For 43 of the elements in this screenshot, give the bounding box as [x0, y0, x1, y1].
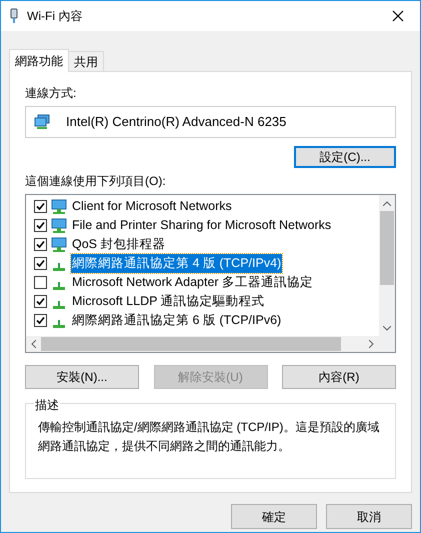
list-item[interactable]: Microsoft LLDP 通訊協定驅動程式	[71, 292, 266, 311]
list-item[interactable]: Microsoft Network Adapter 多工器通訊協定	[71, 273, 314, 292]
checkbox[interactable]	[34, 200, 47, 213]
checkbox[interactable]	[34, 314, 47, 327]
network-client-icon	[51, 236, 67, 252]
checkbox[interactable]	[34, 219, 47, 232]
horizontal-scrollbar[interactable]	[26, 336, 395, 352]
protocol-icon	[53, 320, 65, 328]
list-item[interactable]: 網際網路通訊協定第 4 版 (TCP/IPv4)	[71, 254, 282, 273]
checkbox[interactable]	[34, 257, 47, 270]
group-title: 描述	[34, 396, 60, 414]
vertical-scrollbar[interactable]	[379, 195, 395, 336]
network-client-icon	[51, 218, 67, 234]
tab[interactable]: 共用	[69, 51, 104, 71]
scroll-down-icon[interactable]	[383, 326, 391, 330]
action-button[interactable]: 內容(R)	[282, 365, 396, 389]
list-item[interactable]: Client for Microsoft Networks	[71, 197, 233, 216]
window-title: Wi-Fi 內容	[27, 8, 82, 25]
tab[interactable]: 網路功能	[9, 49, 69, 72]
configure-button[interactable]: 設定(C)...	[294, 146, 396, 168]
adapter-name: Intel(R) Centrino(R) Advanced-N 6235	[66, 113, 286, 132]
checkbox[interactable]	[34, 295, 47, 308]
description-text: 傳輸控制通訊協定/網際網路通訊協定 (TCP/IP)。這是預設的廣域網路通訊協定，提供不同網路之間的通訊能力。	[38, 419, 380, 455]
list-label: 這個連線使用下列項目(O):	[25, 173, 167, 190]
adapter-icon	[9, 8, 19, 24]
list-item[interactable]: QoS 封包排程器	[71, 235, 166, 254]
protocol-icon	[53, 282, 65, 290]
protocol-icon	[53, 300, 65, 308]
network-adapter-icon	[34, 114, 50, 130]
network-client-icon	[51, 198, 67, 214]
close-icon[interactable]	[392, 10, 404, 22]
list-item[interactable]: 網際網路通訊協定第 6 版 (TCP/IPv6)	[71, 311, 282, 330]
checkbox[interactable]	[34, 276, 47, 289]
list-item[interactable]: File and Printer Sharing for Microsoft Networks	[71, 216, 332, 235]
field-label: 連線方式:	[25, 85, 78, 102]
action-button[interactable]: 安裝(N)...	[25, 365, 139, 389]
dialog-button[interactable]: 確定	[231, 504, 317, 529]
scroll-right-icon[interactable]	[369, 340, 374, 348]
scroll-left-icon[interactable]	[31, 340, 36, 348]
protocol-icon	[53, 262, 65, 270]
scroll-up-icon[interactable]	[383, 200, 391, 206]
checkbox[interactable]	[34, 238, 47, 251]
dialog-button[interactable]: 取消	[326, 504, 412, 529]
